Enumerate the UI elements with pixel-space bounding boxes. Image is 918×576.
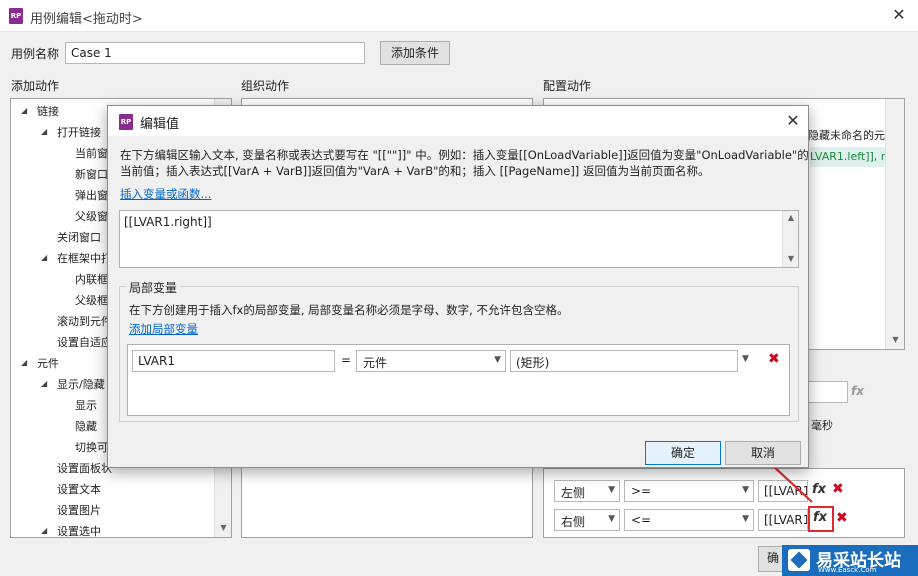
editor-scroll-up-icon[interactable]: ▲ <box>783 213 799 222</box>
local-vars-list: LVAR1 = 元件 ▼ (矩形) ▼ ✖ <box>127 344 790 416</box>
logo-shape <box>790 551 808 569</box>
watermark-logo-icon <box>788 549 810 571</box>
delete-local-var-icon[interactable]: ✖ <box>768 351 780 367</box>
local-vars-hint: 在下方创建用于插入fx的局部变量, 局部变量名称必须是字母、数字, 不允许包含空… <box>129 303 569 317</box>
local-vars-title: 局部变量 <box>126 279 181 296</box>
dialog-cancel-button[interactable]: 取消 <box>725 441 801 465</box>
axure-logo-icon: RP <box>119 114 133 130</box>
watermark-subtitle: Www.Easck.Com <box>818 566 877 574</box>
editor-scroll-down-icon[interactable]: ▼ <box>783 254 799 263</box>
local-var-target-input[interactable]: (矩形) <box>510 350 738 372</box>
editor-scrollbar[interactable]: ▲ ▼ <box>782 211 798 267</box>
insert-variable-link[interactable]: 插入变量或函数... <box>120 186 211 202</box>
chevron-down-icon: ▼ <box>494 355 501 365</box>
expression-editor[interactable]: [[LVAR1.right]] ▲ ▼ <box>119 210 799 268</box>
dialog-close-icon[interactable]: ✕ <box>782 111 804 131</box>
equals-sign: = <box>341 353 352 367</box>
local-var-name-input[interactable]: LVAR1 <box>132 350 335 372</box>
add-local-var-link[interactable]: 添加局部变量 <box>129 321 198 337</box>
target-dropdown-icon[interactable]: ▼ <box>742 354 749 364</box>
dialog-hint-line1: 在下方编辑区输入文本, 变量名称或表达式要写在 "[[""]]" 中。例如：插入… <box>120 148 809 162</box>
dialog-title: 编辑值 <box>140 117 180 132</box>
dialog-ok-button[interactable]: 确定 <box>645 441 721 465</box>
site-watermark: 易采站长站 Www.Easck.Com <box>782 545 918 576</box>
edit-value-dialog: RP 编辑值 ✕ 在下方编辑区输入文本, 变量名称或表达式要写在 "[[""]]… <box>107 105 809 468</box>
local-var-type-select[interactable]: 元件 ▼ <box>356 350 506 372</box>
dialog-titlebar: RP 编辑值 ✕ <box>108 106 808 136</box>
local-var-type: 元件 <box>363 356 388 370</box>
dialog-hint-line2: 当前值；插入表达式[[VarA + VarB]]返回值为"VarA + VarB… <box>120 164 710 178</box>
expression-text[interactable]: [[LVAR1.right]] <box>124 215 212 229</box>
